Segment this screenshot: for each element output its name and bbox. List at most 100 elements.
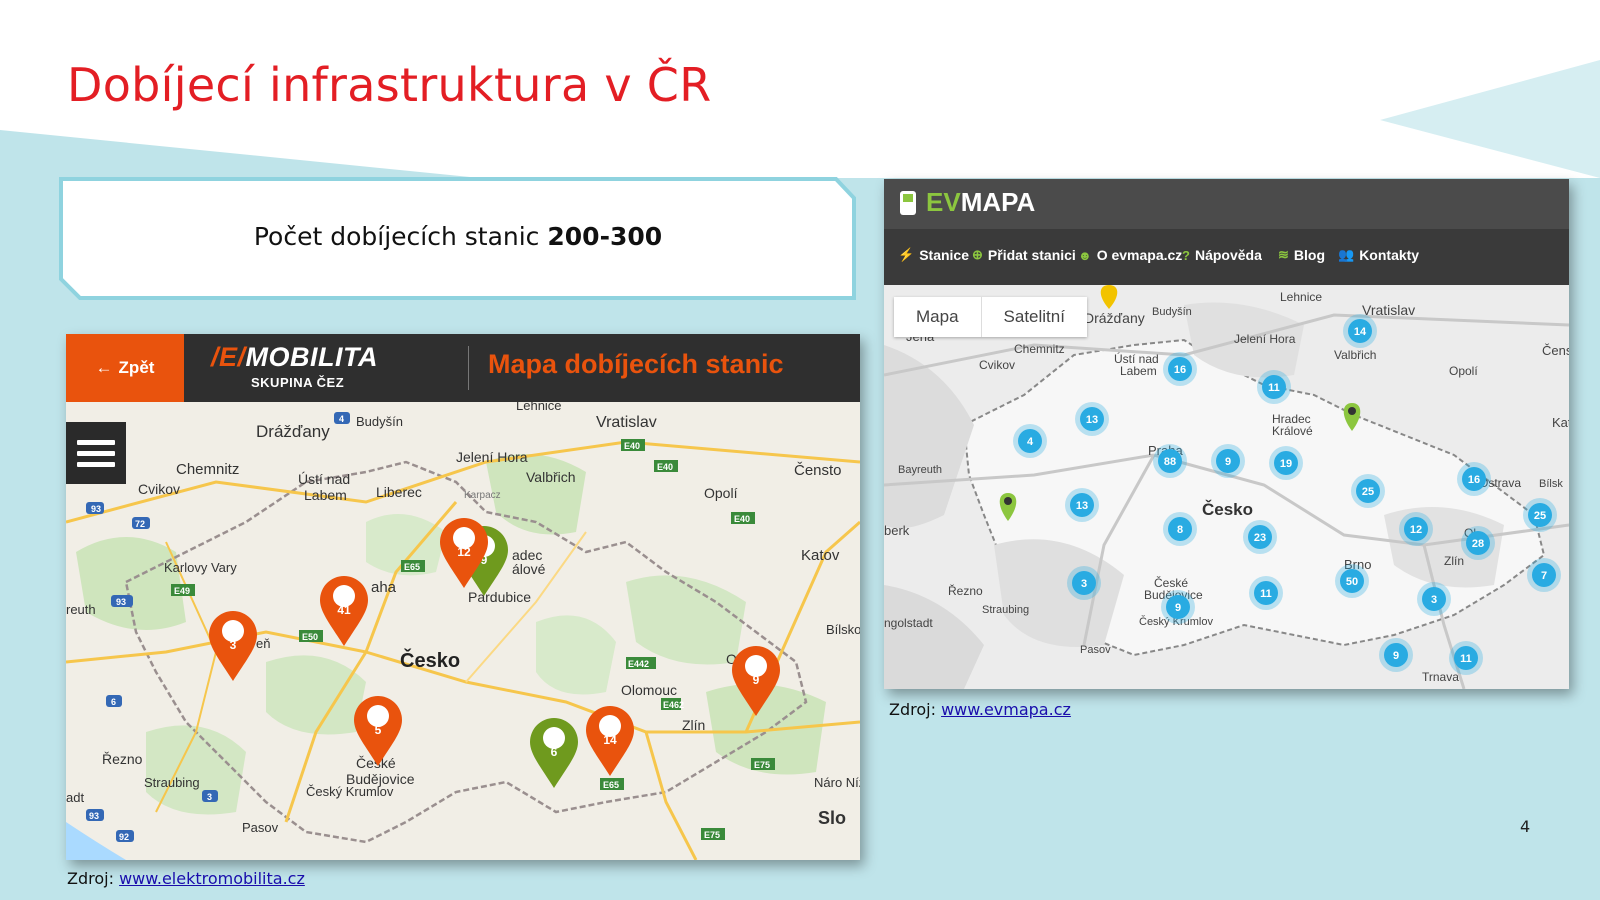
elektromobilita-link[interactable]: www.elektromobilita.cz (119, 869, 305, 888)
map-type-mapa[interactable]: Mapa (894, 297, 981, 337)
place-label: Lehnice (1280, 290, 1322, 304)
bolt-icon: ⚡ (898, 247, 915, 262)
nav-napoveda[interactable]: ? Nápověda (1182, 247, 1262, 263)
station-cluster[interactable]: 11 (1449, 641, 1483, 675)
road-label: 93 (116, 597, 126, 607)
place-label: adt (66, 790, 84, 805)
station-cluster[interactable]: 23 (1243, 520, 1277, 554)
station-cluster[interactable]: 88 (1153, 444, 1187, 478)
header-divider (468, 346, 469, 390)
nav-pridat-stanici[interactable]: ⊕ Přidat stanici (972, 247, 1076, 263)
map-type-satelitni[interactable]: Satelitní (980, 297, 1087, 337)
station-cluster-count: 13 (1076, 500, 1088, 512)
station-cluster[interactable]: 11 (1249, 576, 1283, 610)
station-cluster[interactable]: 9 (1379, 638, 1413, 672)
station-cluster[interactable]: 9 (1161, 590, 1195, 624)
station-cluster-count: 23 (1254, 532, 1266, 544)
road-label: 93 (89, 811, 99, 821)
place-label: Bílsko (826, 622, 860, 637)
road-label: E65 (404, 562, 420, 572)
place-label: Karpacz (464, 490, 501, 501)
station-cluster-count: 11 (1268, 382, 1280, 394)
road-label: E50 (302, 632, 318, 642)
station-cluster-count: 11 (1460, 653, 1472, 665)
station-cluster[interactable]: 3 (1417, 582, 1451, 616)
station-cluster-count: 19 (1280, 458, 1292, 470)
menu-hamburger-icon[interactable] (66, 422, 126, 484)
station-cluster[interactable]: 9 (1211, 444, 1245, 478)
station-count-value: 200-300 (547, 222, 663, 251)
station-cluster[interactable]: 28 (1461, 526, 1495, 560)
station-cluster[interactable]: 3 (1067, 566, 1101, 600)
charger-icon (900, 190, 916, 215)
station-cluster-count: 8 (1177, 524, 1183, 536)
evmapa-navbar: ⚡ Stanice ⊕ Přidat stanici ☻ O evmapa.cz ? N… (884, 229, 1569, 285)
nav-kontakty[interactable]: 👥 Kontakty (1338, 247, 1419, 263)
info-icon: ☻ (1078, 247, 1092, 263)
road-label: E442 (628, 659, 649, 669)
place-label: Ústí nad (298, 471, 350, 487)
charging-map-czech[interactable]: E40 E40 E40 E65 E50 E49 E442 E462 E75 E6… (66, 402, 860, 860)
station-cluster-count: 11 (1260, 588, 1272, 600)
station-cluster[interactable]: 7 (1527, 558, 1561, 592)
place-label: Řezno (948, 583, 983, 598)
evmapa-link[interactable]: www.evmapa.cz (941, 700, 1071, 719)
station-cluster[interactable]: 25 (1523, 498, 1557, 532)
place-label: aha (371, 579, 397, 596)
station-cluster[interactable]: 4 (1013, 424, 1047, 458)
place-label: reuth (66, 602, 96, 617)
nav-blog[interactable]: ≋ Blog (1278, 247, 1325, 263)
elektromobilita-map-screenshot: ← Zpět /E/MOBILITA SKUPINA ČEZ Mapa dobí… (66, 334, 860, 860)
station-marker-count: 5 (375, 723, 382, 737)
station-cluster[interactable]: 12 (1399, 512, 1433, 546)
rss-icon: ≋ (1278, 247, 1289, 262)
station-cluster[interactable]: 50 (1335, 564, 1369, 598)
place-label: Cvikov (138, 481, 180, 497)
page-number: 4 (1520, 817, 1531, 836)
station-cluster-count: 25 (1534, 510, 1546, 522)
place-label: Opolí (1449, 364, 1478, 378)
nav-o-evmapa[interactable]: ☻ O evmapa.cz (1078, 247, 1182, 263)
station-marker-count: 14 (603, 733, 617, 747)
station-cluster[interactable]: 11 (1257, 370, 1291, 404)
station-marker-count: 9 (753, 673, 760, 687)
place-label: Drážďany (256, 422, 330, 441)
place-label: Čensto (794, 462, 842, 479)
place-label: Chemnitz (176, 461, 239, 478)
station-cluster-count: 25 (1362, 486, 1374, 498)
station-cluster[interactable]: 16 (1457, 462, 1491, 496)
place-label: Vratislav (596, 414, 657, 431)
place-label: berk (884, 523, 910, 538)
place-label: Drážďany (1084, 310, 1145, 326)
place-label: ngolstadt (884, 616, 933, 630)
place-label: Čens (1542, 343, 1569, 358)
place-label: álové (512, 561, 546, 577)
place-label: eň (256, 636, 270, 651)
place-label: Chemnitz (1014, 342, 1065, 356)
nav-stanice[interactable]: ⚡ Stanice (898, 247, 969, 263)
place-label: Karlovy Vary (164, 560, 237, 575)
place-label: Náro Nízk (814, 775, 860, 790)
station-cluster-count: 3 (1081, 578, 1087, 590)
right-source: Zdroj: www.evmapa.cz (889, 700, 1071, 719)
evmapa-map[interactable]: Lehnice Vratislav Jena Drážďany Budyšín … (884, 285, 1569, 689)
users-icon: 👥 (1338, 247, 1355, 262)
station-marker-count: 3 (230, 638, 237, 652)
station-marker-count: 12 (457, 545, 471, 559)
place-label: Jelení Hora (456, 449, 528, 465)
evmapa-logo[interactable]: EVMAPA (898, 187, 1035, 218)
station-cluster[interactable]: 8 (1163, 512, 1197, 546)
back-button[interactable]: ← Zpět (66, 334, 184, 402)
road-label: E49 (174, 586, 190, 596)
road-label: E40 (657, 462, 673, 472)
station-cluster[interactable]: 13 (1075, 402, 1109, 436)
station-cluster[interactable]: 19 (1269, 446, 1303, 480)
station-cluster-count: 28 (1472, 538, 1484, 550)
place-label: Pasov (242, 820, 279, 835)
station-cluster[interactable]: 13 (1065, 488, 1099, 522)
station-cluster[interactable]: 25 (1351, 474, 1385, 508)
station-cluster[interactable]: 16 (1163, 352, 1197, 386)
station-cluster[interactable]: 14 (1343, 314, 1377, 348)
road-label: 3 (207, 792, 212, 802)
station-cluster-count: 3 (1431, 594, 1437, 606)
